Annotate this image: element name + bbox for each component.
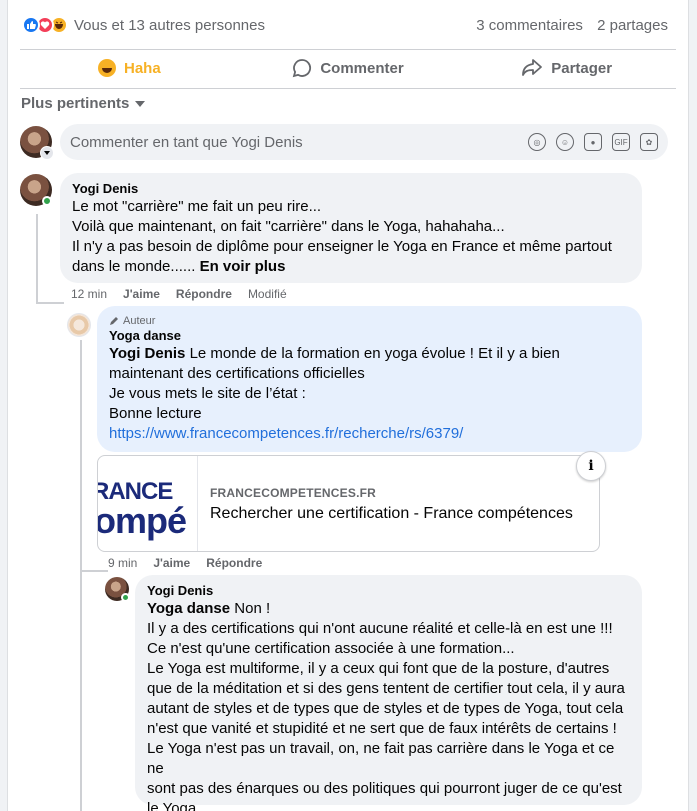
avatar-sticker-icon[interactable]: ◎: [528, 133, 546, 151]
author-badge-label: Auteur: [123, 315, 156, 327]
reply-button[interactable]: Répondre: [176, 287, 232, 301]
mention-link[interactable]: Yogi Denis: [109, 345, 185, 362]
link-preview-domain: FRANCECOMPETENCES.FR: [210, 486, 377, 500]
reply-button[interactable]: Répondre: [206, 556, 262, 570]
comment-text-line: Il y a des certifications qui n'ont aucu…: [147, 620, 613, 637]
mention-link[interactable]: Yoga danse: [147, 600, 230, 617]
comment-sort-dropdown[interactable]: Plus pertinents: [21, 95, 146, 112]
post-actions: Haha Commenter Partager: [20, 51, 676, 85]
like-comment-button[interactable]: J'aime: [153, 556, 190, 570]
page-avatar[interactable]: [67, 313, 91, 337]
sticker-icon[interactable]: ✿: [640, 133, 658, 151]
pencil-icon: [110, 317, 118, 325]
comments-count-link[interactable]: 3 commentaires: [476, 17, 583, 34]
comment-text-line: Le Yoga est multiforme, il y a ceux qui …: [147, 660, 610, 677]
comment-meta: 9 min J'aime Répondre: [108, 556, 262, 570]
like-comment-button[interactable]: J'aime: [123, 287, 160, 301]
comment-text-line: n'est que vanité et stupidité et ne sert…: [147, 720, 617, 737]
chevron-down-icon[interactable]: [40, 146, 54, 160]
reply-bubble: Auteur Yoga danse Yogi Denis Le monde de…: [97, 306, 642, 452]
divider: [20, 88, 676, 89]
share-label: Partager: [551, 59, 613, 77]
info-icon[interactable]: i: [576, 451, 606, 481]
reactions-summary-text: Vous et 13 autres personnes: [74, 16, 265, 34]
link-preview-card[interactable]: RANCE ompé FRANCECOMPETENCES.FR Recherch…: [97, 455, 600, 552]
reply-bubble: Yogi Denis Yoga danse Non ! Il y a des c…: [135, 575, 642, 811]
comment-author[interactable]: Yogi Denis: [72, 181, 630, 197]
comment-text-line: Non !: [234, 600, 271, 617]
comment-time[interactable]: 12 min: [71, 287, 107, 301]
comment-meta: 12 min J'aime Répondre Modifié: [71, 287, 287, 301]
haha-icon: [97, 59, 116, 77]
comment-text-line: maintenant des certifications officielle…: [109, 365, 365, 382]
edited-label: Modifié: [247, 287, 287, 301]
comment-text-line: Je vous mets le site de l’état :: [109, 385, 306, 402]
comment-input-placeholder: Commenter en tant que Yogi Denis: [70, 133, 303, 151]
author-badge: Auteur: [109, 314, 630, 328]
like-icon: [22, 16, 40, 34]
haha-reaction-button[interactable]: Haha: [20, 51, 239, 85]
comment-input[interactable]: Commenter en tant que Yogi Denis ◎ ☺ ● G…: [60, 124, 668, 160]
comment-text-line: Bonne lecture: [109, 405, 202, 422]
see-more-link[interactable]: En voir plus: [200, 258, 286, 275]
reactions-summary[interactable]: Vous et 13 autres personnes: [22, 16, 265, 34]
comment-text-line: le Yoga.: [147, 800, 201, 811]
gif-icon[interactable]: GIF: [612, 133, 630, 151]
comment-button[interactable]: Commenter: [239, 51, 458, 85]
comment-text-line: sont pas des énarques ou des politiques …: [147, 780, 622, 797]
online-status-icon: [121, 593, 130, 602]
comment-text-line: autant de styles et de types que de styl…: [147, 700, 624, 717]
thread-line: [80, 570, 108, 572]
comment-text-line: Il n'y a pas besoin de diplôme pour ense…: [72, 238, 612, 255]
online-status-icon: [42, 196, 52, 206]
camera-icon[interactable]: ●: [584, 133, 602, 151]
comment-icon: [293, 59, 312, 78]
comment-text-line: que de la méditation et si des gens tent…: [147, 680, 625, 697]
divider: [20, 49, 676, 50]
comment-text-line: Le monde de la formation en yoga évolue …: [189, 345, 560, 362]
link-preview-image: RANCE ompé: [98, 456, 198, 551]
comment-bubble: Yogi Denis Le mot "carrière" me fait un …: [60, 173, 642, 283]
thread-line: [36, 302, 64, 304]
comment-author[interactable]: Yoga danse: [109, 328, 630, 344]
compose-tools: ◎ ☺ ● GIF ✿: [528, 133, 658, 151]
thread-line: [80, 340, 82, 811]
preview-logo-text: ompé: [98, 500, 187, 541]
share-icon: [522, 59, 543, 76]
sort-label: Plus pertinents: [21, 95, 130, 112]
emoji-icon[interactable]: ☺: [556, 133, 574, 151]
comment-text-line: Ce n'est qu'une certification associée à…: [147, 640, 515, 657]
chevron-down-icon: [135, 100, 146, 107]
comment-text-line: dans le monde......: [72, 258, 196, 275]
shares-count-link[interactable]: 2 partages: [597, 17, 668, 34]
comment-author[interactable]: Yogi Denis: [147, 583, 630, 599]
external-link[interactable]: https://www.francecompetences.fr/recherc…: [109, 424, 630, 444]
haha-label: Haha: [123, 59, 161, 77]
comment-text-line: Voilà que maintenant, on fait "carrière"…: [72, 218, 505, 235]
comment-text-line: Le mot "carrière" me fait un peu rire...: [72, 198, 322, 215]
share-button[interactable]: Partager: [457, 51, 676, 85]
post-stats: 3 commentaires 2 partages: [466, 17, 668, 34]
comment-time[interactable]: 9 min: [108, 556, 137, 570]
post-card: Vous et 13 autres personnes 3 commentair…: [7, 0, 689, 811]
comment-text-line: Le Yoga n'est pas un travail, on, ne fai…: [147, 740, 615, 777]
comment-label: Commenter: [320, 59, 404, 77]
thread-line: [36, 214, 38, 304]
link-preview-title: Rechercher une certification - France co…: [210, 505, 573, 522]
